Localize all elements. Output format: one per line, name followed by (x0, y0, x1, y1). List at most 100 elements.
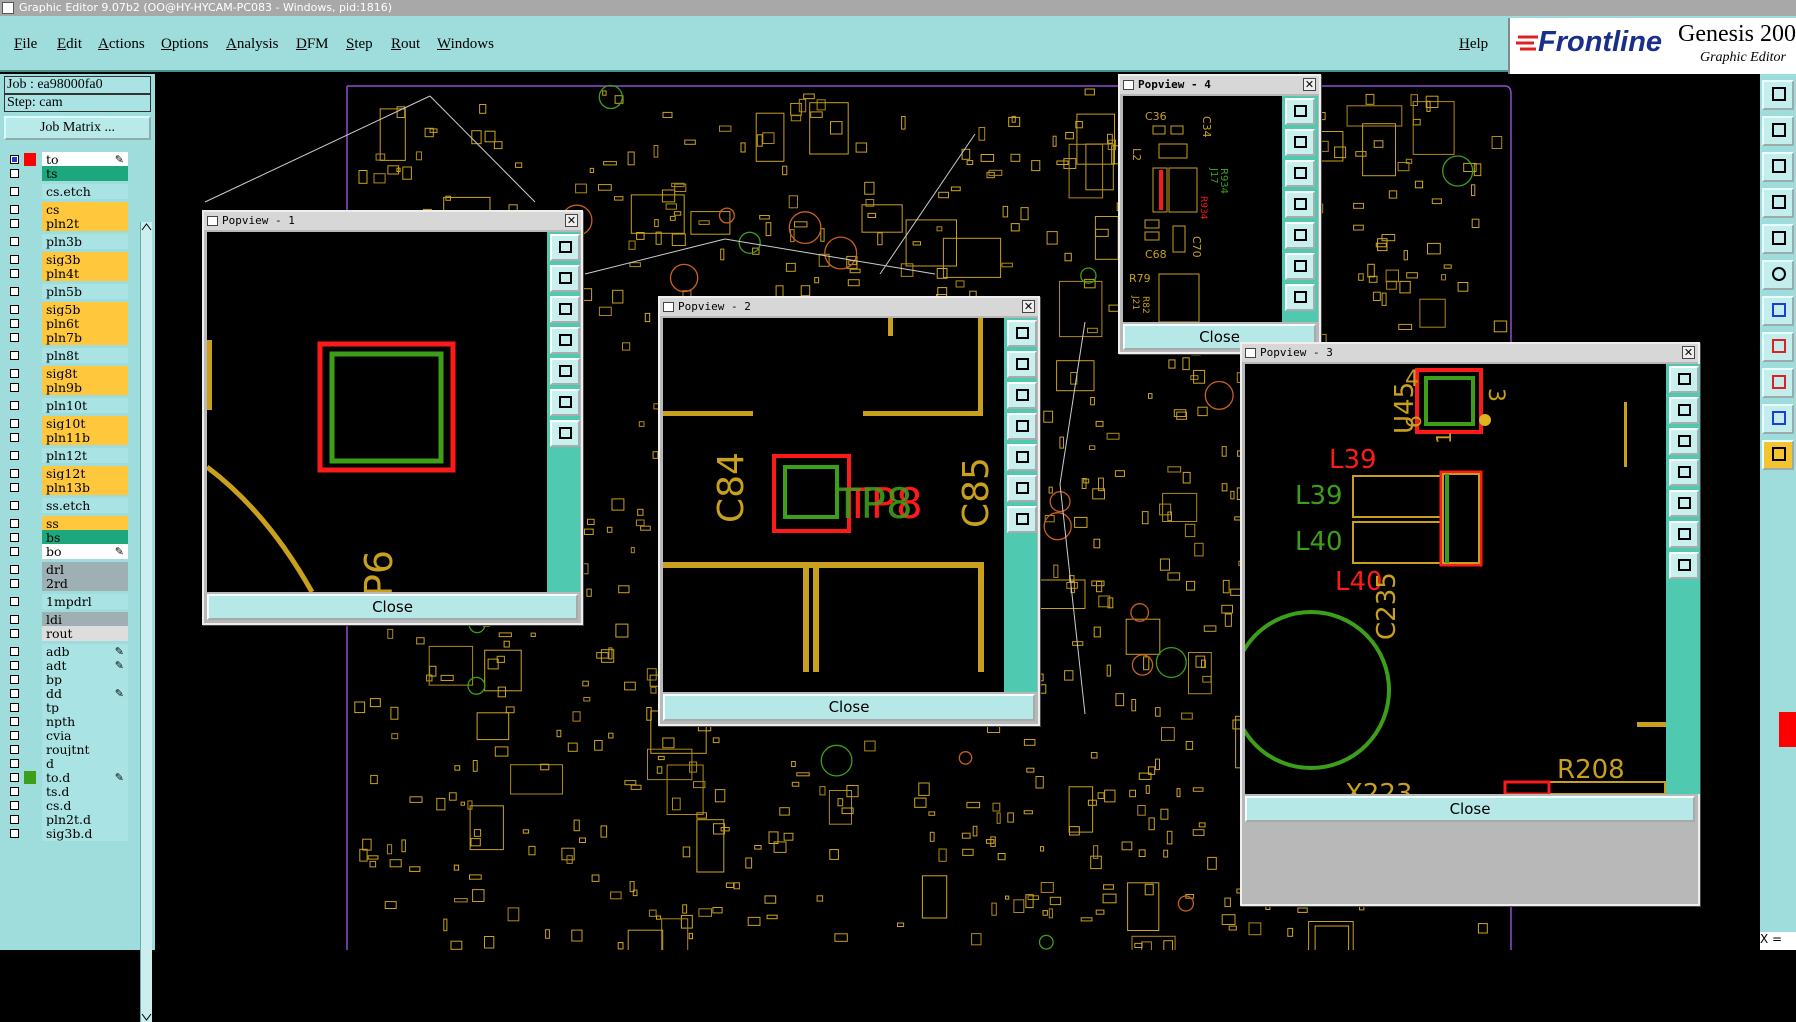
layer-row-pln4t[interactable]: pln4t (6, 266, 128, 281)
layer-visibility-checkbox[interactable] (10, 675, 19, 684)
layer-visibility-checkbox[interactable] (10, 519, 19, 528)
popview-1-pan-button[interactable] (550, 327, 580, 354)
layer-name[interactable]: bp (42, 672, 128, 687)
layer-visibility-checkbox[interactable] (10, 287, 19, 296)
popview-1-zoom-out-button[interactable] (550, 296, 580, 323)
layer-name[interactable]: cs (42, 202, 128, 217)
popview-3-zoom-button[interactable] (1669, 366, 1699, 393)
layer-name[interactable]: ss (42, 516, 128, 531)
layer-row-pln2t-d[interactable]: pln2t.d (6, 812, 128, 827)
layer-visibility-checkbox[interactable] (10, 219, 19, 228)
popview-3-zoom-in-button[interactable] (1669, 397, 1699, 424)
tool-zoom-in-button[interactable] (1762, 116, 1794, 146)
layer-visibility-checkbox[interactable] (10, 731, 19, 740)
layer-visibility-checkbox[interactable] (10, 801, 19, 810)
tool-triangle-button[interactable] (1762, 404, 1794, 434)
layer-visibility-checkbox[interactable] (10, 615, 19, 624)
popview-4-pan-button[interactable] (1285, 191, 1315, 218)
layer-visibility-checkbox[interactable] (10, 351, 19, 360)
popview-1-center-button[interactable] (550, 420, 580, 447)
layer-visibility-checkbox[interactable] (10, 255, 19, 264)
layer-visibility-checkbox[interactable] (10, 773, 19, 782)
layer-row-ts[interactable]: ts (6, 166, 128, 181)
popview-2-pan-button[interactable] (1007, 413, 1037, 440)
layer-visibility-checkbox[interactable] (10, 155, 19, 164)
layer-row-d[interactable]: d (6, 756, 128, 771)
layer-visibility-checkbox[interactable] (10, 237, 19, 246)
layer-name[interactable]: cs.etch (42, 184, 128, 199)
layer-name[interactable]: bs (42, 530, 128, 545)
layer-name[interactable]: rout (42, 626, 128, 641)
layer-row-rout[interactable]: rout (6, 626, 128, 641)
popview-4-center-button[interactable] (1285, 284, 1315, 311)
layer-row-pln3b[interactable]: pln3b (6, 234, 128, 249)
layer-row-adb[interactable]: adb ✎ (6, 644, 128, 659)
layer-name[interactable]: drl (42, 562, 128, 577)
tool-measure-button[interactable] (1762, 332, 1794, 362)
layer-row-pln13b[interactable]: pln13b (6, 480, 128, 495)
layer-visibility-checkbox[interactable] (10, 419, 19, 428)
tool-select-button[interactable] (1762, 260, 1794, 290)
menu-file[interactable]: File (14, 36, 37, 53)
popview-4-zoom-out-button[interactable] (1285, 160, 1315, 187)
layer-name[interactable]: pln8t (42, 348, 128, 363)
layer-name[interactable]: ss.etch (42, 498, 128, 513)
layer-visibility-checkbox[interactable] (10, 759, 19, 768)
layer-name[interactable]: tp (42, 700, 128, 715)
layer-name[interactable]: 1mpdrl (42, 594, 128, 609)
popview-2-zoom-out-button[interactable] (1007, 382, 1037, 409)
layer-name[interactable]: sig12t (42, 466, 128, 481)
popview-3-pan-button[interactable] (1669, 459, 1699, 486)
layer-name[interactable]: pln6t (42, 316, 128, 331)
layer-visibility-checkbox[interactable] (10, 169, 19, 178)
popview-4-window[interactable]: Popview - 4 ✕ C36 C34 L2 J17 R934 R934 C6… (1118, 74, 1321, 354)
layer-row-sig3b[interactable]: sig3b (6, 252, 128, 267)
popview-4-close-icon[interactable]: ✕ (1303, 78, 1316, 91)
layer-row-bo[interactable]: bo ✎ (6, 544, 128, 559)
layer-name[interactable]: cvia (42, 728, 128, 743)
layer-visibility-checkbox[interactable] (10, 319, 19, 328)
layer-name[interactable]: pln11b (42, 430, 128, 445)
layer-name[interactable]: sig3b (42, 252, 128, 267)
layer-name[interactable]: pln13b (42, 480, 128, 495)
layer-visibility-checkbox[interactable] (10, 565, 19, 574)
layer-row-pln9b[interactable]: pln9b (6, 380, 128, 395)
layer-row-ldi[interactable]: ldi (6, 612, 128, 627)
menu-step[interactable]: Step (346, 36, 373, 53)
job-matrix-button[interactable]: Job Matrix ... (4, 116, 151, 140)
popview-3-close-button[interactable]: Close (1245, 796, 1695, 822)
board-canvas[interactable]: Popview - 1 ✕ P6 Close Popview - 2 ✕ C84… (155, 74, 1760, 950)
layer-name[interactable]: pln2t (42, 216, 128, 231)
popview-2-close-button[interactable]: Close (663, 694, 1035, 721)
layer-row-dd[interactable]: dd ✎ (6, 686, 128, 701)
layer-row-sig8t[interactable]: sig8t (6, 366, 128, 381)
popview-2-zoom-in-button[interactable] (1007, 351, 1037, 378)
layer-row-bs[interactable]: bs (6, 530, 128, 545)
popview-2-close-icon[interactable]: ✕ (1022, 300, 1035, 313)
layer-row-ss-etch[interactable]: ss.etch (6, 498, 128, 513)
layer-name[interactable]: ldi (42, 612, 128, 627)
layer-row-sig3b-d[interactable]: sig3b.d (6, 826, 128, 841)
layer-row-roujtnt[interactable]: roujtnt (6, 742, 128, 757)
layer-visibility-checkbox[interactable] (10, 629, 19, 638)
layer-row-pln12t[interactable]: pln12t (6, 448, 128, 463)
popview-4-view[interactable]: C36 C34 L2 J17 R934 R934 C68 C70 R79 J21… (1123, 96, 1282, 322)
layer-visibility-checkbox[interactable] (10, 533, 19, 542)
menu-actions[interactable]: Actions (98, 36, 145, 53)
layer-name[interactable]: pln4t (42, 266, 128, 281)
layer-row-cs-d[interactable]: cs.d (6, 798, 128, 813)
tool-highlight-button[interactable] (1762, 368, 1794, 398)
layer-visibility-checkbox[interactable] (10, 383, 19, 392)
popview-2-zoom-button[interactable] (1007, 320, 1037, 347)
layer-row-pln2t[interactable]: pln2t (6, 216, 128, 231)
layer-name[interactable]: 2rd (42, 576, 128, 591)
popview-2-center-button[interactable] (1007, 506, 1037, 533)
layer-visibility-checkbox[interactable] (10, 305, 19, 314)
layer-name[interactable]: pln5b (42, 284, 128, 299)
layer-name[interactable]: pln12t (42, 448, 128, 463)
layer-visibility-checkbox[interactable] (10, 689, 19, 698)
layer-row-bp[interactable]: bp (6, 672, 128, 687)
menu-rout[interactable]: Rout (391, 36, 420, 53)
menu-help[interactable]: Help (1459, 36, 1488, 53)
layer-name[interactable]: ts.d (42, 784, 128, 799)
